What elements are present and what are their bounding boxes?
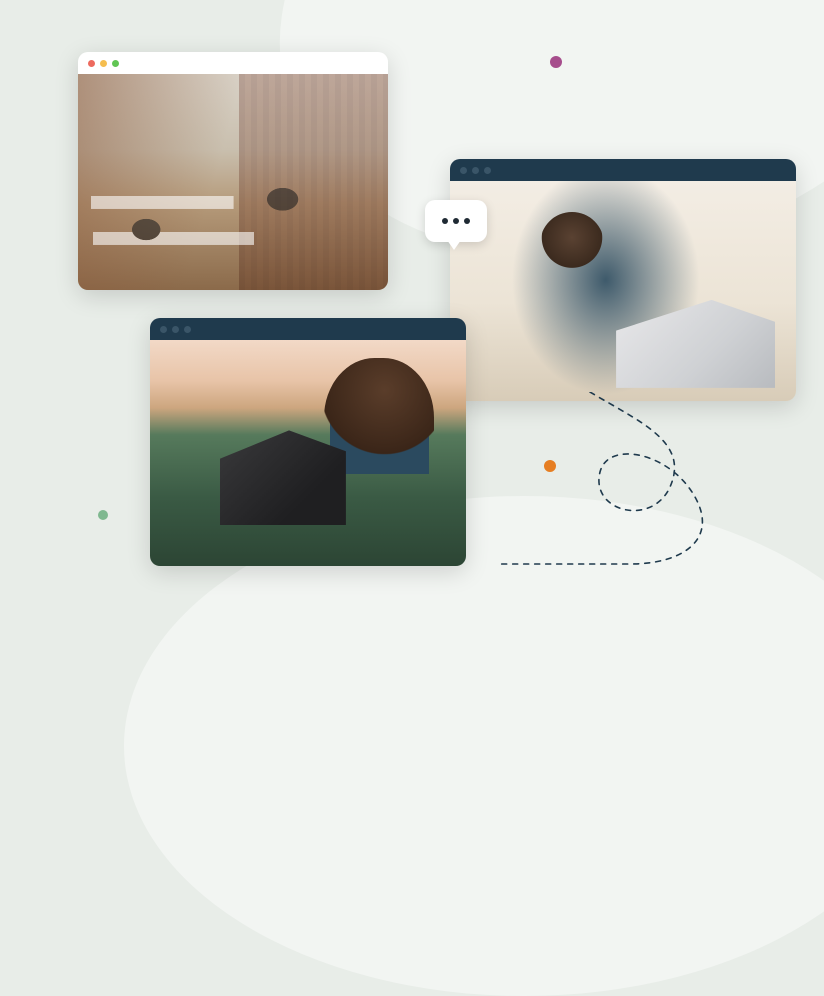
browser-window-home-office (450, 159, 796, 401)
typing-dot-icon (442, 218, 448, 224)
photo-outdoor-laptop (150, 340, 466, 566)
traffic-light-dot-icon (460, 167, 467, 174)
traffic-light-dot-icon (160, 326, 167, 333)
decorative-dot-green (98, 510, 108, 520)
window-titlebar (450, 159, 796, 181)
traffic-light-dot-icon (172, 326, 179, 333)
typing-dot-icon (453, 218, 459, 224)
photo-man-laptop (450, 181, 796, 401)
photo-office (78, 74, 388, 290)
browser-window-outdoor (150, 318, 466, 566)
typing-indicator-bubble (425, 200, 487, 242)
traffic-light-dot-icon (484, 167, 491, 174)
traffic-light-dot-icon (472, 167, 479, 174)
typing-dot-icon (464, 218, 470, 224)
window-titlebar (78, 52, 388, 74)
traffic-light-dot-icon (184, 326, 191, 333)
window-titlebar (150, 318, 466, 340)
traffic-light-minimize-icon (100, 60, 107, 67)
browser-window-office (78, 52, 388, 290)
traffic-light-zoom-icon (112, 60, 119, 67)
traffic-light-close-icon (88, 60, 95, 67)
dashed-path-decoration (480, 392, 780, 572)
decorative-dot-purple (550, 56, 562, 68)
